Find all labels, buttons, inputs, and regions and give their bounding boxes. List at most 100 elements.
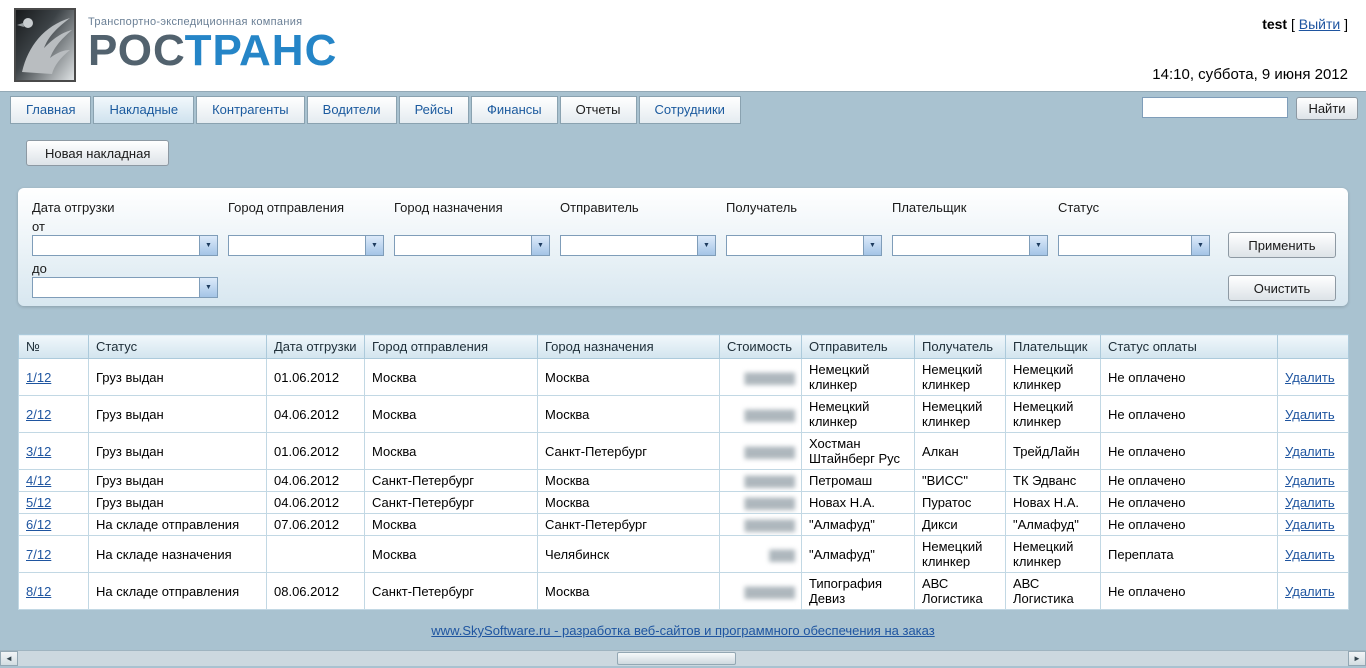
filter-col-date: Дата отгрузки от ▼ до ▼ xyxy=(32,200,218,306)
tab-otchety[interactable]: Отчеты xyxy=(559,96,637,124)
filter-date-to-select[interactable]: ▼ xyxy=(32,277,218,298)
tab-nakladnye[interactable]: Накладные xyxy=(93,96,195,124)
cell-origin: Санкт-Петербург xyxy=(364,572,538,610)
table-row: 5/12 Груз выдан 04.06.2012 Санкт-Петербу… xyxy=(18,491,1349,514)
col-header-number: № xyxy=(18,334,89,359)
dropdown-arrow-icon: ▼ xyxy=(199,236,217,255)
cell-status: На складе отправления xyxy=(88,572,267,610)
cell-cost: ▇▇▇▇▇▇ xyxy=(719,358,802,396)
delete-link[interactable]: Удалить xyxy=(1285,584,1335,599)
skysoftware-link[interactable]: www.SkySoftware.ru - разработка веб-сайт… xyxy=(431,623,934,638)
cell-payment-status: Переплата xyxy=(1100,535,1278,573)
delete-link[interactable]: Удалить xyxy=(1285,444,1335,459)
scroll-left-icon[interactable]: ◄ xyxy=(0,651,18,666)
delete-link[interactable]: Удалить xyxy=(1285,473,1335,488)
cell-origin: Москва xyxy=(364,432,538,470)
tab-kontragenty[interactable]: Контрагенты xyxy=(196,96,305,124)
filter-date-from-select[interactable]: ▼ xyxy=(32,235,218,256)
dropdown-arrow-icon: ▼ xyxy=(697,236,715,255)
search-input[interactable] xyxy=(1142,97,1288,118)
dropdown-arrow-icon: ▼ xyxy=(365,236,383,255)
cell-receiver: Дикси xyxy=(914,513,1006,536)
dropdown-arrow-icon: ▼ xyxy=(199,278,217,297)
col-header-ship-date: Дата отгрузки xyxy=(266,334,365,359)
cell-origin: Москва xyxy=(364,358,538,396)
cell-cost: ▇▇▇ xyxy=(719,535,802,573)
scroll-right-icon[interactable]: ► xyxy=(1348,651,1366,666)
delete-link[interactable]: Удалить xyxy=(1285,517,1335,532)
cell-payment-status: Не оплачено xyxy=(1100,395,1278,433)
scrollbar-thumb[interactable] xyxy=(616,652,737,665)
delete-link[interactable]: Удалить xyxy=(1285,370,1335,385)
col-header-receiver: Получатель xyxy=(914,334,1006,359)
table-header-row: № Статус Дата отгрузки Город отправления… xyxy=(18,334,1349,359)
bracket-right: ] xyxy=(1344,16,1348,32)
cell-status: Груз выдан xyxy=(88,491,267,514)
filter-col-destination: Город назначения ▼ xyxy=(394,200,550,306)
scrollbar-track[interactable] xyxy=(18,651,1348,666)
cell-receiver: Немецкий клинкер xyxy=(914,535,1006,573)
cell-payer: ТК Эдванс xyxy=(1005,469,1101,492)
filter-sender-select[interactable]: ▼ xyxy=(560,235,716,256)
cell-destination: Москва xyxy=(537,469,720,492)
cell-date: 04.06.2012 xyxy=(266,395,365,433)
col-header-payer: Плательщик xyxy=(1005,334,1101,359)
username: test xyxy=(1262,16,1288,32)
filter-destination-select[interactable]: ▼ xyxy=(394,235,550,256)
invoice-link[interactable]: 2/12 xyxy=(26,407,51,422)
table-row: 8/12 На складе отправления 08.06.2012 Са… xyxy=(18,572,1349,610)
tab-glavnaya[interactable]: Главная xyxy=(10,96,92,124)
tabs: Главная Накладные Контрагенты Водители Р… xyxy=(10,96,741,124)
invoice-link[interactable]: 7/12 xyxy=(26,547,51,562)
delete-link[interactable]: Удалить xyxy=(1285,495,1335,510)
cell-payment-status: Не оплачено xyxy=(1100,513,1278,536)
tab-voditeli[interactable]: Водители xyxy=(306,96,397,124)
cell-cost: ▇▇▇▇▇▇ xyxy=(719,432,802,470)
cell-sender: "Алмафуд" xyxy=(801,513,915,536)
brand-title: РОСТРАНС xyxy=(88,27,337,74)
cell-origin: Санкт-Петербург xyxy=(364,469,538,492)
tab-reysy[interactable]: Рейсы xyxy=(398,96,470,124)
cell-sender: Типография Девиз xyxy=(801,572,915,610)
filter-origin-select[interactable]: ▼ xyxy=(228,235,384,256)
filter-col-status: Статус ▼ xyxy=(1058,200,1210,306)
new-invoice-button[interactable]: Новая накладная xyxy=(26,140,170,166)
cell-status: Груз выдан xyxy=(88,358,267,396)
invoice-link[interactable]: 3/12 xyxy=(26,444,51,459)
tab-sotrudniki[interactable]: Сотрудники xyxy=(638,96,741,124)
invoice-link[interactable]: 8/12 xyxy=(26,584,51,599)
filter-col-origin: Город отправления ▼ xyxy=(228,200,384,306)
current-datetime: 14:10, суббота, 9 июня 2012 xyxy=(1152,66,1348,83)
filter-sender-label: Отправитель xyxy=(560,200,639,215)
cell-payer: ТрейдЛайн xyxy=(1005,432,1101,470)
search-button[interactable]: Найти xyxy=(1296,97,1358,120)
cell-status: Груз выдан xyxy=(88,432,267,470)
cell-destination: Челябинск xyxy=(537,535,720,573)
filter-col-sender: Отправитель ▼ xyxy=(560,200,716,306)
filter-panel: Дата отгрузки от ▼ до ▼ Город отправлени… xyxy=(18,188,1348,306)
filter-payer-select[interactable]: ▼ xyxy=(892,235,1048,256)
cell-receiver: "ВИСС" xyxy=(914,469,1006,492)
tab-finansy[interactable]: Финансы xyxy=(471,96,558,124)
clear-filter-button[interactable]: Очистить xyxy=(1228,275,1336,301)
filter-destination-label: Город назначения xyxy=(394,200,503,215)
filter-status-select[interactable]: ▼ xyxy=(1058,235,1210,256)
invoice-link[interactable]: 1/12 xyxy=(26,370,51,385)
col-header-origin: Город отправления xyxy=(364,334,538,359)
invoice-link[interactable]: 5/12 xyxy=(26,495,51,510)
logo-area: Транспортно-экспедиционная компания РОСТ… xyxy=(14,8,337,91)
col-header-sender: Отправитель xyxy=(801,334,915,359)
cell-status: На складе назначения xyxy=(88,535,267,573)
invoice-link[interactable]: 6/12 xyxy=(26,517,51,532)
cell-status: На складе отправления xyxy=(88,513,267,536)
apply-filter-button[interactable]: Применить xyxy=(1228,232,1336,258)
delete-link[interactable]: Удалить xyxy=(1285,407,1335,422)
footer: www.SkySoftware.ru - разработка веб-сайт… xyxy=(0,623,1366,638)
cell-cost: ▇▇▇▇▇▇ xyxy=(719,395,802,433)
logout-link[interactable]: Выйти xyxy=(1299,16,1340,32)
filter-receiver-select[interactable]: ▼ xyxy=(726,235,882,256)
filter-payer-label: Плательщик xyxy=(892,200,967,215)
invoice-link[interactable]: 4/12 xyxy=(26,473,51,488)
delete-link[interactable]: Удалить xyxy=(1285,547,1335,562)
horizontal-scrollbar[interactable]: ◄ ► xyxy=(0,650,1366,666)
